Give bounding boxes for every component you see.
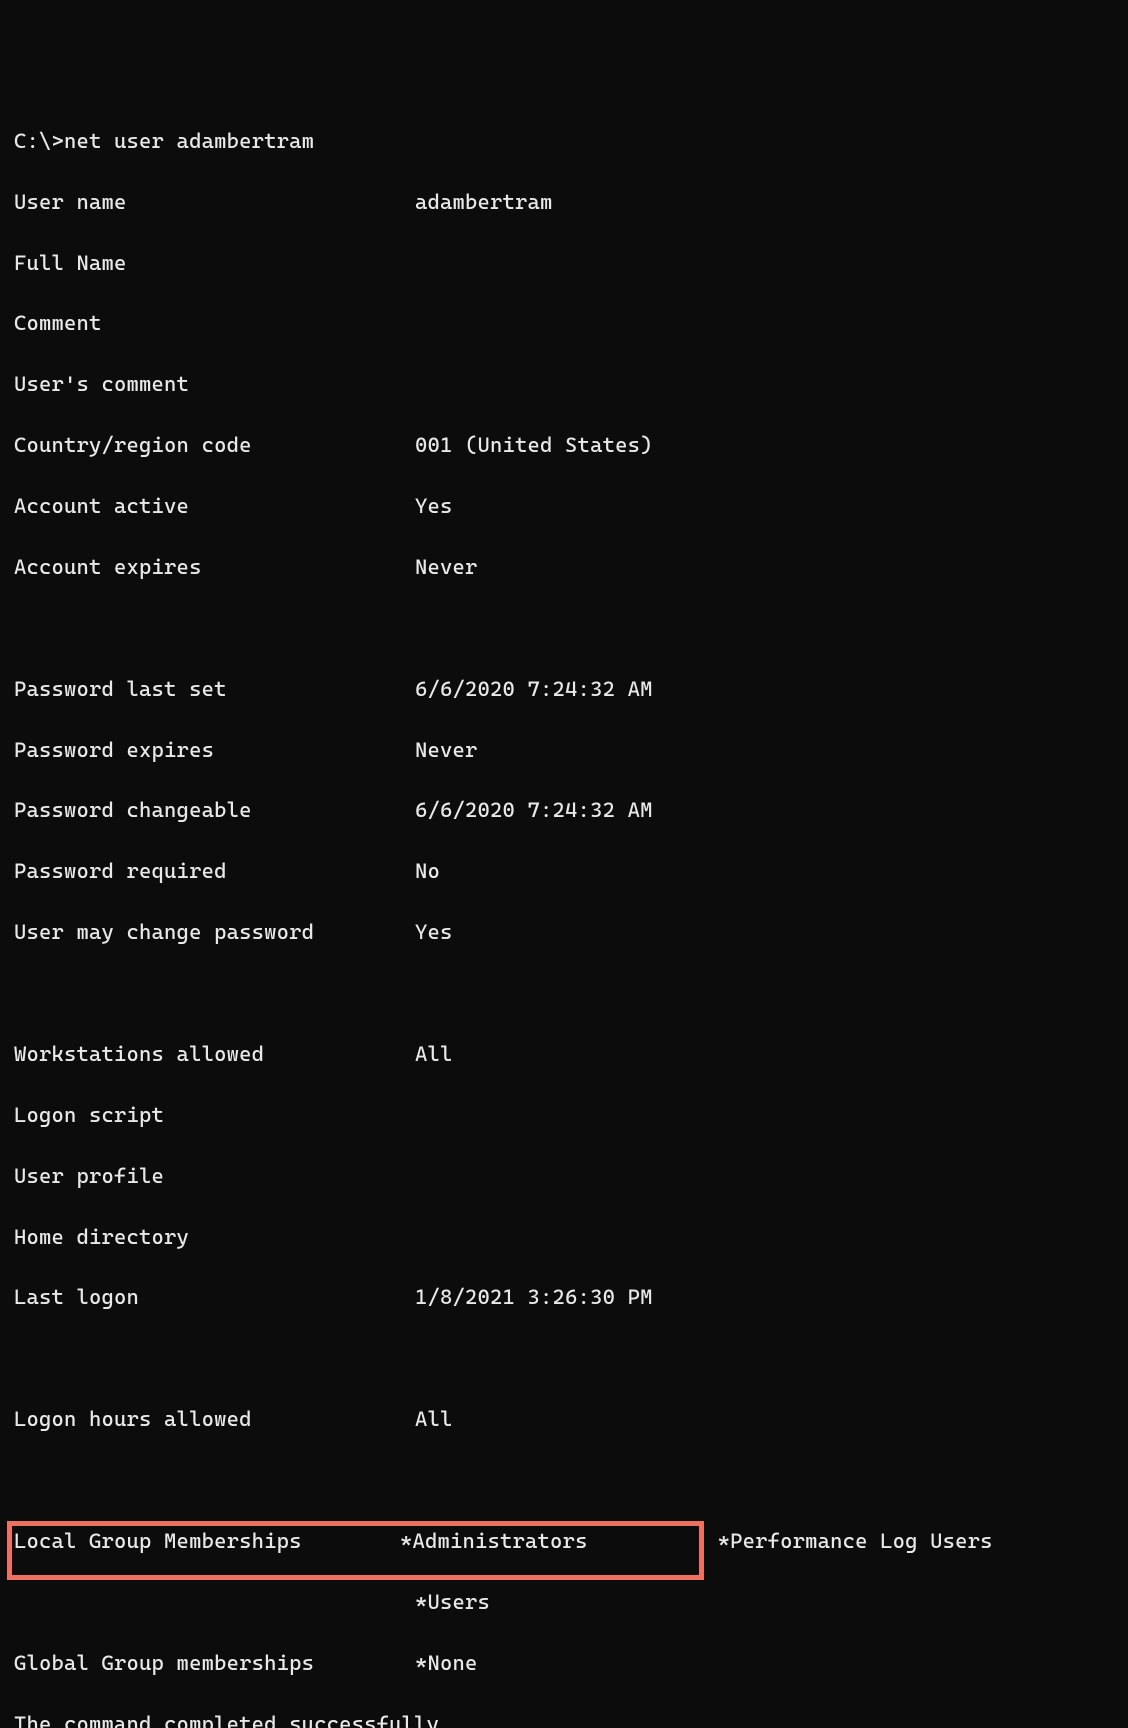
row-label: Home directory bbox=[14, 1222, 415, 1252]
row-label: Local Group Memberships bbox=[14, 1526, 400, 1556]
row-label: Password last set bbox=[14, 674, 415, 704]
row-value: All bbox=[415, 1404, 453, 1434]
output-row: Password changeable6/6/2020 7:24:32 AM bbox=[14, 795, 1128, 825]
row-value: 6/6/2020 7:24:32 AM bbox=[415, 795, 653, 825]
row-value: 6/6/2020 7:24:32 AM bbox=[415, 674, 653, 704]
row-value: *Users bbox=[415, 1587, 490, 1617]
blank-line bbox=[14, 978, 1128, 1008]
row-value: 001 (United States) bbox=[415, 430, 653, 460]
row-label: Full Name bbox=[14, 248, 415, 278]
row-label: Comment bbox=[14, 308, 415, 338]
output-row: Password requiredNo bbox=[14, 856, 1128, 886]
footer-line: The command completed successfully. bbox=[14, 1709, 1128, 1728]
row-label: Workstations allowed bbox=[14, 1039, 415, 1069]
row-label: User may change password bbox=[14, 917, 415, 947]
row-value: Yes bbox=[415, 917, 453, 947]
row-label: Logon hours allowed bbox=[14, 1404, 415, 1434]
output-row: Full Name bbox=[14, 248, 1128, 278]
row-label: Account active bbox=[14, 491, 415, 521]
global-group-row: Global Group memberships*None bbox=[14, 1648, 1128, 1678]
row-label: Password expires bbox=[14, 735, 415, 765]
output-row: Password expiresNever bbox=[14, 735, 1128, 765]
row-label: User name bbox=[14, 187, 415, 217]
output-row: Logon hours allowedAll bbox=[14, 1404, 1128, 1434]
row-value: 1/8/2021 3:26:30 PM bbox=[415, 1282, 653, 1312]
blank-line bbox=[14, 1343, 1128, 1373]
output-row: Account expiresNever bbox=[14, 552, 1128, 582]
output-row: Logon script bbox=[14, 1100, 1128, 1130]
row-value: No bbox=[415, 856, 440, 886]
row-value: Never bbox=[415, 735, 478, 765]
output-row: User nameadambertram bbox=[14, 187, 1128, 217]
row-label: Country/region code bbox=[14, 430, 415, 460]
blank-line bbox=[14, 1465, 1128, 1495]
output-row: Home directory bbox=[14, 1222, 1128, 1252]
local-group-row: Local Group Memberships*Administrators *P… bbox=[14, 1526, 1128, 1556]
output-row: User may change passwordYes bbox=[14, 917, 1128, 947]
row-value: adambertram bbox=[415, 187, 553, 217]
prompt-text: C:\>net user adambertram bbox=[14, 129, 314, 153]
output-row: User's comment bbox=[14, 369, 1128, 399]
row-value: Never bbox=[415, 552, 478, 582]
row-label: User's comment bbox=[14, 369, 415, 399]
row-value: *None bbox=[415, 1648, 478, 1678]
output-row: Workstations allowedAll bbox=[14, 1039, 1128, 1069]
output-row: Country/region code001 (United States) bbox=[14, 430, 1128, 460]
row-value: All bbox=[415, 1039, 453, 1069]
row-label: Account expires bbox=[14, 552, 415, 582]
output-row: User profile bbox=[14, 1161, 1128, 1191]
output-row: Password last set6/6/2020 7:24:32 AM bbox=[14, 674, 1128, 704]
footer-text: The command completed successfully. bbox=[14, 1712, 452, 1728]
row-label: Password required bbox=[14, 856, 415, 886]
row-label: Global Group memberships bbox=[14, 1648, 415, 1678]
blank-line bbox=[14, 613, 1128, 643]
row-value: Yes bbox=[415, 491, 453, 521]
local-group-cont-row: *Users bbox=[14, 1587, 1128, 1617]
command-prompt-line[interactable]: C:\>net user adambertram bbox=[14, 126, 1128, 156]
row-label: Password changeable bbox=[14, 795, 415, 825]
row-value: *Administrators bbox=[400, 1526, 588, 1556]
row-label: User profile bbox=[14, 1161, 415, 1191]
output-row: Comment bbox=[14, 308, 1128, 338]
row-label: Last logon bbox=[14, 1282, 415, 1312]
output-row: Last logon1/8/2021 3:26:30 PM bbox=[14, 1282, 1128, 1312]
output-row: Account activeYes bbox=[14, 491, 1128, 521]
row-value-extra: *Performance Log Users bbox=[718, 1526, 993, 1556]
row-label: Logon script bbox=[14, 1100, 415, 1130]
